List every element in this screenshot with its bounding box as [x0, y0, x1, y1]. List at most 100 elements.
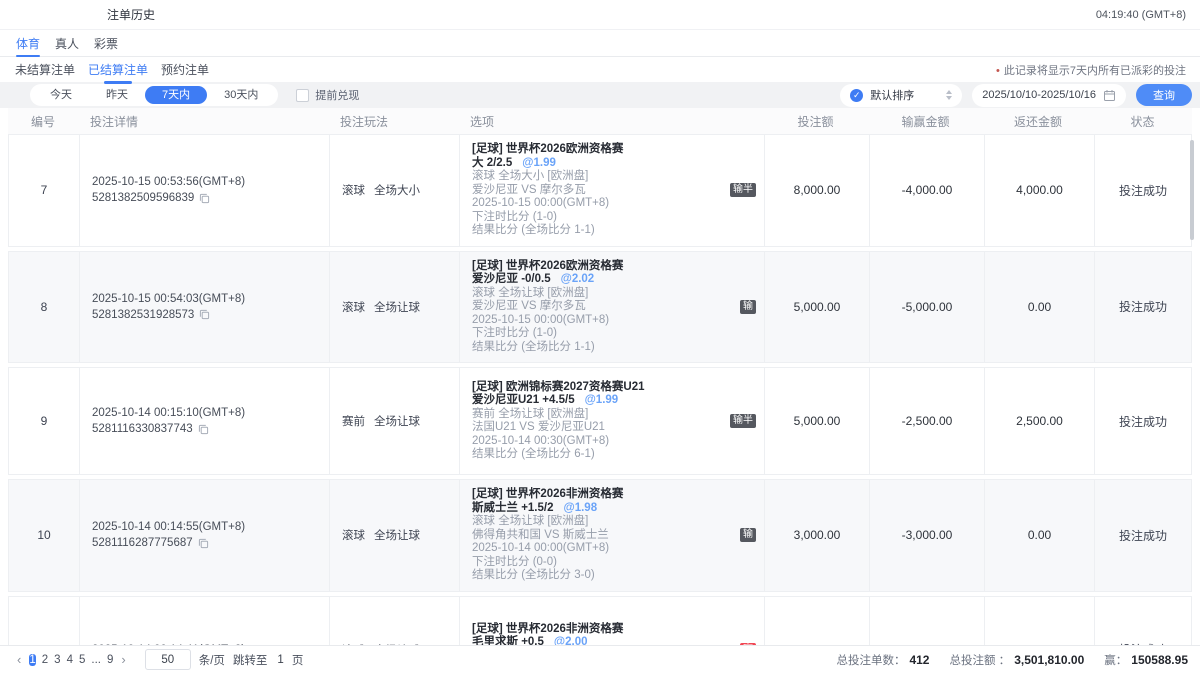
total-amount-label: 总投注额 ：: [949, 652, 1010, 668]
win-loss-amount: -4,000.00: [869, 135, 984, 246]
copy-icon[interactable]: [199, 193, 210, 204]
bet-time: 2025-10-15 00:54:03(GMT+8): [92, 293, 245, 305]
bet-amount: 3,000.00: [764, 480, 869, 591]
range-yesterday[interactable]: 昨天: [89, 86, 145, 104]
selection-cell: [足球] 欧洲锦标赛2027资格赛U21爱沙尼亚U21 +4.5/5@1.99赛…: [459, 368, 764, 474]
copy-icon[interactable]: [198, 424, 209, 435]
page-size-input[interactable]: [145, 649, 191, 670]
next-page-icon[interactable]: ›: [116, 652, 130, 667]
selection-cell: [足球] 世界杯2026非洲资格赛斯威士兰 +1.5/2@1.98滚球 全场让球…: [459, 480, 764, 591]
range-7days[interactable]: 7天内: [145, 86, 207, 104]
play-type-cell: 滚球全场大小: [329, 135, 459, 246]
checkbox-icon[interactable]: [296, 89, 309, 102]
filter-bar: 今天 昨天 7天内 30天内 提前兑现 ✓ 默认排序 2025/10/10-20…: [0, 82, 1200, 108]
play-phase: 滚球: [342, 527, 365, 543]
bet-time: 2025-10-15 00:53:56(GMT+8): [92, 176, 245, 188]
page-button[interactable]: 1: [29, 654, 35, 666]
jump-page-input[interactable]: 1: [277, 654, 283, 666]
check-circle-icon: ✓: [850, 89, 863, 102]
tab-live[interactable]: 真人: [55, 30, 79, 56]
range-today[interactable]: 今天: [33, 86, 89, 104]
selection-cell: [足球] 世界杯2026欧洲资格赛大 2/2.5@1.99滚球 全场大小 [欧洲…: [459, 135, 764, 246]
league-name: [足球] 世界杯2026非洲资格赛: [472, 623, 623, 637]
status-text: 投注成功: [1094, 597, 1191, 646]
bet-id: 5281116287775687: [92, 537, 209, 549]
subtab-reserved[interactable]: 预约注单: [161, 61, 209, 78]
calendar-icon: [1103, 89, 1116, 102]
play-phase: 滚球: [342, 299, 365, 315]
win-loss-amount: -2,500.00: [869, 368, 984, 474]
odds-value: @1.98: [564, 502, 598, 514]
date-range-picker[interactable]: 2025/10/10-2025/10/16: [972, 84, 1126, 107]
query-button[interactable]: 查询: [1136, 84, 1192, 106]
page-button[interactable]: 4: [67, 654, 73, 666]
jump-unit: 页: [292, 652, 304, 668]
bet-id: 5281116330837743: [92, 423, 209, 435]
record-note: •此记录将显示7天内所有已派彩的投注: [996, 62, 1186, 78]
subtab-settled[interactable]: 已结算注单: [88, 61, 148, 78]
copy-icon[interactable]: [199, 309, 210, 320]
scrollbar-thumb[interactable]: [1190, 140, 1194, 240]
status-text: 投注成功: [1094, 252, 1191, 363]
play-market: 全场让球: [374, 299, 420, 315]
table-row: 112025-10-14 00:14:41(GMT+8)滚球全场让球[足球] 世…: [8, 596, 1192, 646]
bet-id: 5281382531928573: [92, 309, 210, 321]
result-badge: 输半: [730, 183, 756, 197]
col-return: 返还金额: [983, 113, 1093, 130]
page-button[interactable]: 2: [42, 654, 48, 666]
jump-label: 跳转至: [233, 652, 268, 668]
result-score: 结果比分 (全场比分 3-0): [472, 569, 595, 583]
early-cashout-checkbox[interactable]: 提前兑现: [296, 87, 359, 103]
return-amount: 0.00: [984, 252, 1094, 363]
pick-value: 爱沙尼亚U21 +4.5/5: [472, 394, 575, 406]
bet-time: 2025-10-14 00:15:10(GMT+8): [92, 407, 245, 419]
col-selection: 选项: [458, 113, 763, 130]
play-market: 全场让球: [374, 527, 420, 543]
bet-detail-cell: 2025-10-14 00:15:10(GMT+8) 52811163308377…: [79, 368, 329, 474]
sort-select[interactable]: ✓ 默认排序: [840, 84, 962, 107]
return-amount: 0.00: [984, 480, 1094, 591]
selection-cell: [足球] 世界杯2026欧洲资格赛爱沙尼亚 -0/0.5@2.02滚球 全场让球…: [459, 252, 764, 363]
league-name: [足球] 世界杯2026欧洲资格赛: [472, 260, 623, 274]
copy-icon[interactable]: [198, 538, 209, 549]
bet-detail-cell: 2025-10-14 00:14:41(GMT+8): [79, 597, 329, 646]
match-time: 2025-10-15 00:00(GMT+8): [472, 314, 609, 328]
win-loss-amount: -5,000.00: [869, 252, 984, 363]
match-time: 2025-10-14 00:30(GMT+8): [472, 435, 609, 449]
status-text: 投注成功: [1094, 135, 1191, 246]
total-count-label: 总投注单数：: [836, 652, 905, 668]
result-badge: 输: [740, 300, 756, 314]
teams-line: 爱沙尼亚 VS 摩尔多瓦: [472, 184, 586, 198]
tab-lottery[interactable]: 彩票: [94, 30, 118, 56]
page-button[interactable]: 5: [79, 654, 85, 666]
bet-id-value: 5281382531928573: [92, 309, 194, 321]
play-type-cell: 滚球全场让球: [329, 480, 459, 591]
league-name: [足球] 世界杯2026非洲资格赛: [472, 488, 623, 502]
result-score: 结果比分 (全场比分 6-1): [472, 448, 595, 462]
range-30days[interactable]: 30天内: [207, 86, 275, 104]
page-button[interactable]: 3: [54, 654, 60, 666]
subtab-unsettled[interactable]: 未结算注单: [15, 61, 75, 78]
tab-sports[interactable]: 体育: [16, 30, 40, 56]
win-loss-amount: 5,000.00: [869, 597, 984, 646]
col-number: 编号: [8, 113, 78, 130]
result-score: 结果比分 (全场比分 1-1): [472, 341, 595, 355]
return-amount: 4,000.00: [984, 135, 1094, 246]
prev-page-icon[interactable]: ‹: [12, 652, 26, 667]
page-title: 注单历史: [107, 6, 155, 23]
pick-line: 大 2/2.5@1.99: [472, 157, 556, 171]
total-count-value: 412: [909, 653, 929, 667]
bet-amount: 5,000.00: [764, 368, 869, 474]
table-row: 102025-10-14 00:14:55(GMT+8)528111628777…: [8, 479, 1192, 592]
result-score: 结果比分 (全场比分 1-1): [472, 224, 595, 238]
table-row: 72025-10-15 00:53:56(GMT+8)5281382509596…: [8, 134, 1192, 247]
total-win-label: 赢：: [1104, 652, 1127, 668]
sort-selected-value: 默认排序: [870, 87, 939, 103]
score-at-bet: 下注时比分 (1-0): [472, 211, 557, 225]
pick-value: 大 2/2.5: [472, 157, 512, 169]
teams-line: 爱沙尼亚 VS 摩尔多瓦: [472, 300, 586, 314]
page-button[interactable]: 9: [107, 654, 113, 666]
teams-line: 法国U21 VS 爱沙尼亚U21: [472, 421, 605, 435]
filter-right-group: ✓ 默认排序 2025/10/10-2025/10/16 查询: [840, 84, 1192, 107]
bet-id: 5281382509596839: [92, 192, 210, 204]
